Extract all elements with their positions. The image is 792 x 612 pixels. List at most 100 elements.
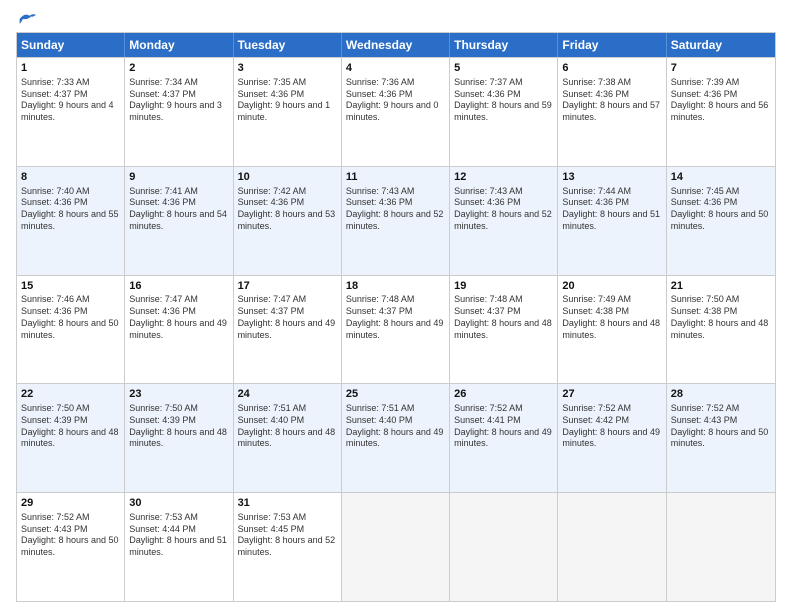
day-number: 17	[238, 279, 337, 294]
cell-info: Sunrise: 7:52 AMSunset: 4:42 PMDaylight:…	[562, 403, 661, 450]
cal-cell-day-4: 4Sunrise: 7:36 AMSunset: 4:36 PMDaylight…	[342, 58, 450, 166]
header-day-tuesday: Tuesday	[234, 33, 342, 57]
cal-cell-day-20: 20Sunrise: 7:49 AMSunset: 4:38 PMDayligh…	[558, 276, 666, 384]
day-number: 27	[562, 387, 661, 402]
cell-info: Sunrise: 7:40 AMSunset: 4:36 PMDaylight:…	[21, 186, 120, 233]
cal-cell-day-24: 24Sunrise: 7:51 AMSunset: 4:40 PMDayligh…	[234, 384, 342, 492]
cal-cell-day-15: 15Sunrise: 7:46 AMSunset: 4:36 PMDayligh…	[17, 276, 125, 384]
cell-info: Sunrise: 7:47 AMSunset: 4:36 PMDaylight:…	[129, 294, 228, 341]
header	[16, 12, 776, 26]
cell-info: Sunrise: 7:33 AMSunset: 4:37 PMDaylight:…	[21, 77, 120, 124]
day-number: 12	[454, 170, 553, 185]
cell-info: Sunrise: 7:50 AMSunset: 4:39 PMDaylight:…	[21, 403, 120, 450]
day-number: 3	[238, 61, 337, 76]
cal-cell-day-12: 12Sunrise: 7:43 AMSunset: 4:36 PMDayligh…	[450, 167, 558, 275]
cell-info: Sunrise: 7:50 AMSunset: 4:39 PMDaylight:…	[129, 403, 228, 450]
cal-cell-day-19: 19Sunrise: 7:48 AMSunset: 4:37 PMDayligh…	[450, 276, 558, 384]
day-number: 2	[129, 61, 228, 76]
day-number: 22	[21, 387, 120, 402]
cal-cell-day-8: 8Sunrise: 7:40 AMSunset: 4:36 PMDaylight…	[17, 167, 125, 275]
cal-cell-day-5: 5Sunrise: 7:37 AMSunset: 4:36 PMDaylight…	[450, 58, 558, 166]
cal-cell-day-16: 16Sunrise: 7:47 AMSunset: 4:36 PMDayligh…	[125, 276, 233, 384]
cal-cell-day-17: 17Sunrise: 7:47 AMSunset: 4:37 PMDayligh…	[234, 276, 342, 384]
day-number: 10	[238, 170, 337, 185]
day-number: 6	[562, 61, 661, 76]
cal-cell-day-1: 1Sunrise: 7:33 AMSunset: 4:37 PMDaylight…	[17, 58, 125, 166]
cal-row-2: 8Sunrise: 7:40 AMSunset: 4:36 PMDaylight…	[17, 166, 775, 275]
cal-cell-day-31: 31Sunrise: 7:53 AMSunset: 4:45 PMDayligh…	[234, 493, 342, 601]
cal-cell-empty	[558, 493, 666, 601]
cal-cell-day-13: 13Sunrise: 7:44 AMSunset: 4:36 PMDayligh…	[558, 167, 666, 275]
header-day-saturday: Saturday	[667, 33, 775, 57]
cell-info: Sunrise: 7:42 AMSunset: 4:36 PMDaylight:…	[238, 186, 337, 233]
header-day-monday: Monday	[125, 33, 233, 57]
cell-info: Sunrise: 7:37 AMSunset: 4:36 PMDaylight:…	[454, 77, 553, 124]
day-number: 18	[346, 279, 445, 294]
cell-info: Sunrise: 7:43 AMSunset: 4:36 PMDaylight:…	[346, 186, 445, 233]
header-day-thursday: Thursday	[450, 33, 558, 57]
cal-row-5: 29Sunrise: 7:52 AMSunset: 4:43 PMDayligh…	[17, 492, 775, 601]
day-number: 31	[238, 496, 337, 511]
day-number: 30	[129, 496, 228, 511]
page: SundayMondayTuesdayWednesdayThursdayFrid…	[0, 0, 792, 612]
day-number: 23	[129, 387, 228, 402]
day-number: 16	[129, 279, 228, 294]
cal-cell-day-26: 26Sunrise: 7:52 AMSunset: 4:41 PMDayligh…	[450, 384, 558, 492]
cell-info: Sunrise: 7:35 AMSunset: 4:36 PMDaylight:…	[238, 77, 337, 124]
cal-row-4: 22Sunrise: 7:50 AMSunset: 4:39 PMDayligh…	[17, 383, 775, 492]
day-number: 13	[562, 170, 661, 185]
day-number: 8	[21, 170, 120, 185]
cal-cell-day-23: 23Sunrise: 7:50 AMSunset: 4:39 PMDayligh…	[125, 384, 233, 492]
day-number: 5	[454, 61, 553, 76]
cell-info: Sunrise: 7:49 AMSunset: 4:38 PMDaylight:…	[562, 294, 661, 341]
cell-info: Sunrise: 7:41 AMSunset: 4:36 PMDaylight:…	[129, 186, 228, 233]
day-number: 15	[21, 279, 120, 294]
day-number: 19	[454, 279, 553, 294]
cell-info: Sunrise: 7:53 AMSunset: 4:45 PMDaylight:…	[238, 512, 337, 559]
cal-cell-day-30: 30Sunrise: 7:53 AMSunset: 4:44 PMDayligh…	[125, 493, 233, 601]
calendar-header: SundayMondayTuesdayWednesdayThursdayFrid…	[17, 33, 775, 57]
cal-cell-day-18: 18Sunrise: 7:48 AMSunset: 4:37 PMDayligh…	[342, 276, 450, 384]
cal-cell-day-6: 6Sunrise: 7:38 AMSunset: 4:36 PMDaylight…	[558, 58, 666, 166]
cell-info: Sunrise: 7:38 AMSunset: 4:36 PMDaylight:…	[562, 77, 661, 124]
day-number: 26	[454, 387, 553, 402]
cal-cell-day-25: 25Sunrise: 7:51 AMSunset: 4:40 PMDayligh…	[342, 384, 450, 492]
day-number: 14	[671, 170, 771, 185]
day-number: 4	[346, 61, 445, 76]
cell-info: Sunrise: 7:51 AMSunset: 4:40 PMDaylight:…	[346, 403, 445, 450]
day-number: 24	[238, 387, 337, 402]
cal-cell-empty	[667, 493, 775, 601]
day-number: 11	[346, 170, 445, 185]
cal-cell-day-9: 9Sunrise: 7:41 AMSunset: 4:36 PMDaylight…	[125, 167, 233, 275]
cell-info: Sunrise: 7:52 AMSunset: 4:43 PMDaylight:…	[21, 512, 120, 559]
logo-bird-icon	[18, 12, 36, 26]
cell-info: Sunrise: 7:44 AMSunset: 4:36 PMDaylight:…	[562, 186, 661, 233]
cell-info: Sunrise: 7:34 AMSunset: 4:37 PMDaylight:…	[129, 77, 228, 124]
cal-cell-day-7: 7Sunrise: 7:39 AMSunset: 4:36 PMDaylight…	[667, 58, 775, 166]
day-number: 28	[671, 387, 771, 402]
cell-info: Sunrise: 7:48 AMSunset: 4:37 PMDaylight:…	[454, 294, 553, 341]
calendar: SundayMondayTuesdayWednesdayThursdayFrid…	[16, 32, 776, 602]
cal-cell-day-28: 28Sunrise: 7:52 AMSunset: 4:43 PMDayligh…	[667, 384, 775, 492]
calendar-body: 1Sunrise: 7:33 AMSunset: 4:37 PMDaylight…	[17, 57, 775, 601]
cell-info: Sunrise: 7:46 AMSunset: 4:36 PMDaylight:…	[21, 294, 120, 341]
cal-row-1: 1Sunrise: 7:33 AMSunset: 4:37 PMDaylight…	[17, 57, 775, 166]
header-day-sunday: Sunday	[17, 33, 125, 57]
cell-info: Sunrise: 7:51 AMSunset: 4:40 PMDaylight:…	[238, 403, 337, 450]
cell-info: Sunrise: 7:39 AMSunset: 4:36 PMDaylight:…	[671, 77, 771, 124]
header-day-wednesday: Wednesday	[342, 33, 450, 57]
logo-text	[16, 12, 36, 26]
day-number: 7	[671, 61, 771, 76]
day-number: 1	[21, 61, 120, 76]
cell-info: Sunrise: 7:45 AMSunset: 4:36 PMDaylight:…	[671, 186, 771, 233]
cal-cell-day-21: 21Sunrise: 7:50 AMSunset: 4:38 PMDayligh…	[667, 276, 775, 384]
cal-cell-day-3: 3Sunrise: 7:35 AMSunset: 4:36 PMDaylight…	[234, 58, 342, 166]
cell-info: Sunrise: 7:53 AMSunset: 4:44 PMDaylight:…	[129, 512, 228, 559]
header-day-friday: Friday	[558, 33, 666, 57]
cell-info: Sunrise: 7:43 AMSunset: 4:36 PMDaylight:…	[454, 186, 553, 233]
logo	[16, 12, 36, 26]
cell-info: Sunrise: 7:47 AMSunset: 4:37 PMDaylight:…	[238, 294, 337, 341]
cell-info: Sunrise: 7:50 AMSunset: 4:38 PMDaylight:…	[671, 294, 771, 341]
cell-info: Sunrise: 7:52 AMSunset: 4:43 PMDaylight:…	[671, 403, 771, 450]
day-number: 9	[129, 170, 228, 185]
